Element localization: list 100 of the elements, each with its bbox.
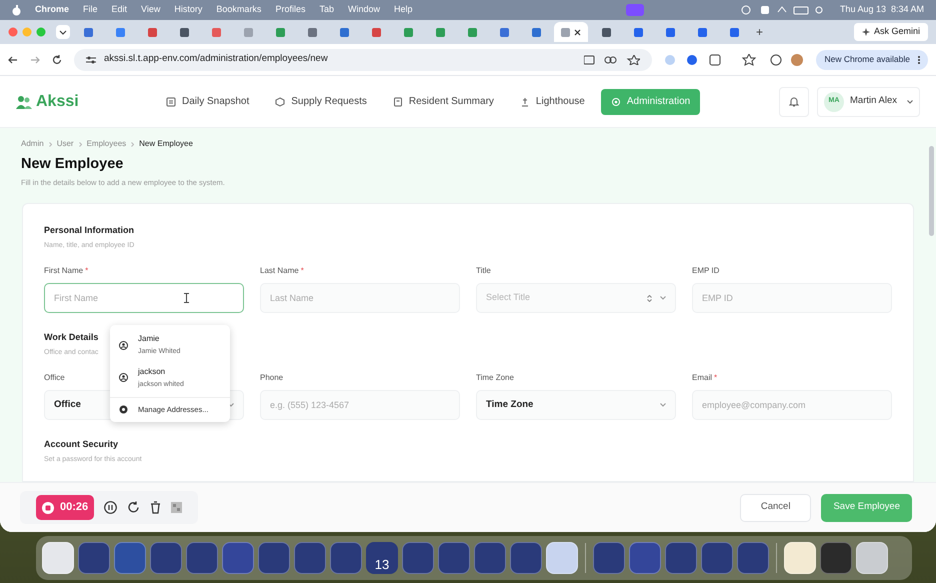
menu-item[interactable]: File bbox=[83, 3, 98, 17]
suggestion-name: jackson bbox=[138, 366, 166, 378]
tab-favicon-icon bbox=[698, 28, 706, 36]
tab-favicon-icon bbox=[602, 28, 610, 36]
input-field[interactable]: First Name bbox=[44, 283, 244, 313]
tab-favicon-icon bbox=[500, 28, 508, 36]
dock-app-icon[interactable] bbox=[186, 542, 218, 574]
tab-favicon-icon bbox=[404, 28, 412, 36]
field-label: Last Name bbox=[260, 265, 299, 277]
cancel-button[interactable]: Cancel bbox=[740, 494, 812, 522]
menu-item[interactable]: Help bbox=[394, 3, 412, 17]
new-tab-button[interactable]: + bbox=[752, 23, 768, 41]
menu-item[interactable]: View bbox=[141, 3, 160, 17]
reload-icon[interactable] bbox=[52, 54, 62, 64]
dock-app-icon[interactable] bbox=[629, 542, 661, 574]
dock-app-icon[interactable] bbox=[294, 542, 326, 574]
restart-icon[interactable] bbox=[127, 501, 140, 514]
tab-favicon-icon bbox=[148, 28, 156, 36]
ask-gemini-button[interactable]: Ask Gemini bbox=[854, 23, 928, 41]
breadcrumb-link[interactable]: Employees bbox=[86, 138, 126, 150]
nav-tab[interactable]: Resident Summary bbox=[382, 88, 504, 114]
dock-app-icon[interactable] bbox=[593, 542, 625, 574]
person-icon bbox=[119, 340, 128, 350]
dock-app-icon[interactable] bbox=[665, 542, 697, 574]
tab-favicon-icon bbox=[180, 28, 188, 36]
dock-app-icon[interactable] bbox=[330, 542, 362, 574]
save-employee-button[interactable]: Save Employee bbox=[821, 494, 912, 522]
nav-tab[interactable]: Daily Snapshot bbox=[156, 88, 260, 114]
page-title: New Employee bbox=[21, 155, 124, 174]
dock-app-icon[interactable] bbox=[222, 542, 254, 574]
menu-item[interactable]: Window bbox=[348, 3, 380, 17]
logo-text: Akssi bbox=[36, 92, 79, 112]
dock-app-icon[interactable] bbox=[701, 542, 733, 574]
nav-tab[interactable]: Supply Requests bbox=[265, 88, 377, 114]
field-label: Time Zone bbox=[476, 372, 514, 384]
notifications-button[interactable] bbox=[779, 86, 809, 116]
nav-tab[interactable]: Lighthouse bbox=[510, 88, 595, 114]
dock-app-icon[interactable] bbox=[820, 542, 852, 574]
field-label: Phone bbox=[260, 372, 284, 384]
dock-app-icon[interactable] bbox=[258, 542, 290, 574]
select-field[interactable]: Time Zone bbox=[476, 390, 676, 420]
pause-icon[interactable] bbox=[104, 501, 118, 514]
site-settings-icon bbox=[86, 56, 96, 64]
grid-icon[interactable] bbox=[171, 502, 182, 513]
dock-app-icon[interactable] bbox=[438, 542, 470, 574]
field-label: Title bbox=[476, 265, 491, 277]
breadcrumb-link[interactable]: Admin bbox=[21, 138, 44, 150]
tab-favicon-icon bbox=[730, 28, 738, 36]
record-stop-button[interactable]: 00:26 bbox=[36, 495, 94, 520]
required-asterisk: * bbox=[300, 265, 304, 277]
trash-icon[interactable] bbox=[150, 501, 162, 514]
dock-app-icon[interactable] bbox=[510, 542, 542, 574]
sparkle-icon bbox=[862, 28, 870, 36]
tab-search-icon[interactable] bbox=[56, 25, 70, 39]
dock-app-icon[interactable] bbox=[114, 542, 146, 574]
document-icon bbox=[392, 96, 403, 106]
field-label: Email bbox=[692, 372, 712, 384]
menu-app-name[interactable]: Chrome bbox=[35, 3, 70, 17]
tab-favicon-icon bbox=[212, 28, 220, 36]
cube-icon bbox=[275, 96, 286, 106]
dock-app-icon[interactable] bbox=[78, 542, 110, 574]
text-cursor-icon bbox=[184, 293, 189, 303]
forward-arrow-icon[interactable] bbox=[30, 54, 40, 64]
dock-app-icon[interactable] bbox=[42, 542, 74, 574]
dock-app-icon[interactable] bbox=[402, 542, 434, 574]
menu-item[interactable]: History bbox=[174, 3, 202, 17]
section-title: Work Details bbox=[44, 331, 98, 344]
calendar-app-icon[interactable]: 13 bbox=[366, 542, 398, 574]
url-text: akssi.sl.t.app-env.com/administration/employees/new bbox=[104, 52, 328, 66]
menu-item[interactable]: Profiles bbox=[275, 3, 306, 17]
tab-favicon-icon bbox=[244, 28, 252, 36]
dock-app-icon[interactable] bbox=[784, 542, 816, 574]
close-icon[interactable] bbox=[574, 28, 581, 36]
dock-app-icon[interactable] bbox=[546, 542, 578, 574]
menu-item[interactable]: Edit bbox=[112, 3, 128, 17]
window-controls-icon[interactable] bbox=[8, 27, 48, 37]
chevron-right-icon bbox=[48, 142, 52, 146]
tab-favicon-icon bbox=[116, 28, 124, 36]
menu-clock: Thu Aug 13 8:34 AM bbox=[840, 3, 924, 16]
back-arrow-icon[interactable] bbox=[8, 54, 18, 64]
breadcrumb-current: New Employee bbox=[139, 138, 193, 150]
nav-tab[interactable]: Administration bbox=[600, 88, 700, 114]
sort-arrows-icon bbox=[647, 294, 652, 302]
chevron-down-icon bbox=[660, 403, 666, 407]
people-logo-icon bbox=[16, 94, 32, 108]
field-label: Office bbox=[44, 372, 65, 384]
calendar-icon bbox=[166, 96, 176, 106]
update-button[interactable]: New Chrome available bbox=[816, 50, 928, 70]
dock-app-icon[interactable] bbox=[856, 542, 888, 574]
dock-app-icon[interactable] bbox=[737, 542, 769, 574]
menu-item[interactable]: Tab bbox=[319, 3, 334, 17]
calendar-day: 13 bbox=[374, 558, 390, 571]
stop-icon bbox=[42, 502, 54, 514]
breadcrumb-link[interactable]: User bbox=[56, 138, 74, 150]
dock-app-icon[interactable] bbox=[474, 542, 506, 574]
extension-icons-drawing[interactable] bbox=[664, 54, 804, 66]
chevron-down-icon bbox=[660, 296, 666, 300]
dock-app-icon[interactable] bbox=[150, 542, 182, 574]
menu-item[interactable]: Bookmarks bbox=[216, 3, 262, 17]
address-bar[interactable]: akssi.sl.t.app-env.com/administration/employees/new bbox=[74, 48, 652, 70]
